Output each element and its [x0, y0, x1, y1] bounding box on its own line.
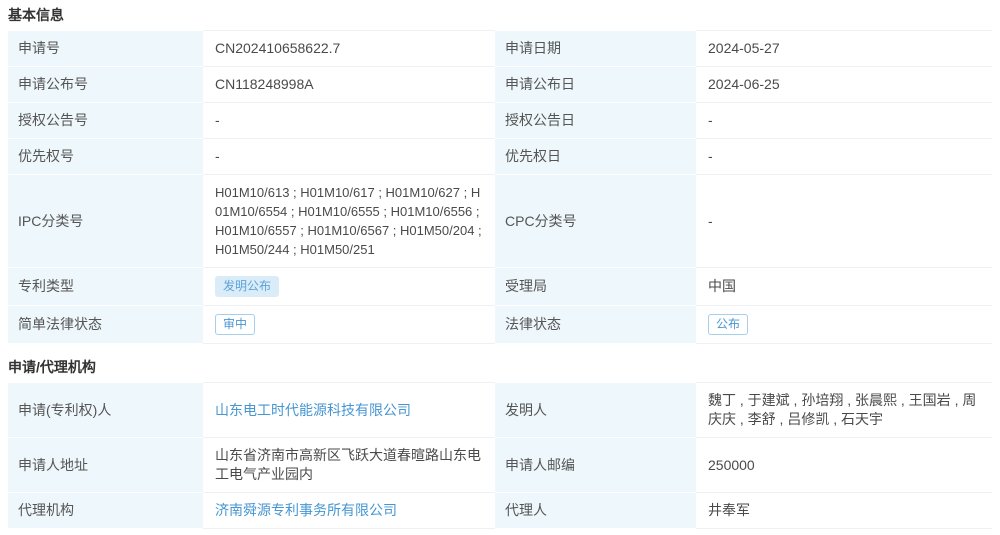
applicant-agency-section-title: 申请/代理机构: [8, 360, 992, 375]
priority-date-value: -: [696, 139, 992, 175]
ipc-class-value: H01M10/613 ; H01M10/617 ; H01M10/627 ; H…: [203, 175, 495, 268]
ipc-class-label: IPC分类号: [8, 175, 203, 268]
patent-office-value: 中国: [696, 268, 992, 306]
section-spacer: [8, 344, 992, 360]
table-row: 申请公布号 CN118248998A 申请公布日 2024-06-25: [8, 67, 992, 103]
simple-legal-status-tag: 审中: [215, 314, 255, 335]
grant-date-label: 授权公告日: [495, 103, 696, 139]
applicant-zipcode-label: 申请人邮编: [495, 438, 696, 493]
basic-info-section-title: 基本信息: [8, 8, 992, 23]
table-row: 专利类型 发明公布 受理局 中国: [8, 268, 992, 306]
legal-status-label: 法律状态: [495, 306, 696, 344]
application-number-value: CN202410658622.7: [203, 30, 495, 67]
grant-date-value: -: [696, 103, 992, 139]
application-number-label: 申请号: [8, 30, 203, 67]
inventors-value: 魏丁 , 于建斌 , 孙培翔 , 张晨熙 , 王国岩 , 周庆庆 , 李舒 , …: [696, 382, 992, 438]
priority-date-label: 优先权日: [495, 139, 696, 175]
table-row: 代理机构 济南舜源专利事务所有限公司 代理人 井奉军: [8, 493, 992, 529]
cpc-class-value: -: [696, 175, 992, 268]
application-date-label: 申请日期: [495, 30, 696, 67]
legal-status-cell: 公布: [696, 306, 992, 344]
basic-info-table: 申请号 CN202410658622.7 申请日期 2024-05-27 申请公…: [8, 30, 992, 344]
table-row: 申请号 CN202410658622.7 申请日期 2024-05-27: [8, 30, 992, 67]
grant-number-label: 授权公告号: [8, 103, 203, 139]
publication-number-label: 申请公布号: [8, 67, 203, 103]
cpc-class-label: CPC分类号: [495, 175, 696, 268]
table-row: 申请人地址 山东省济南市高新区飞跃大道春暄路山东电工电气产业园内 申请人邮编 2…: [8, 438, 992, 493]
simple-legal-status-label: 简单法律状态: [8, 306, 203, 344]
patent-detail-page: 基本信息 申请号 CN202410658622.7 申请日期 2024-05-2…: [0, 0, 1000, 529]
priority-number-label: 优先权号: [8, 139, 203, 175]
publication-number-value: CN118248998A: [203, 67, 495, 103]
patent-type-cell: 发明公布: [203, 268, 495, 306]
applicant-link[interactable]: 山东电工时代能源科技有限公司: [215, 402, 411, 418]
agency-cell: 济南舜源专利事务所有限公司: [203, 493, 495, 529]
legal-status-tag: 公布: [708, 314, 748, 335]
table-row: 优先权号 - 优先权日 -: [8, 139, 992, 175]
table-row: 简单法律状态 审中 法律状态 公布: [8, 306, 992, 344]
applicant-address-value: 山东省济南市高新区飞跃大道春暄路山东电工电气产业园内: [203, 438, 495, 493]
agency-label: 代理机构: [8, 493, 203, 529]
table-row: IPC分类号 H01M10/613 ; H01M10/617 ; H01M10/…: [8, 175, 992, 268]
applicant-label: 申请(专利权)人: [8, 382, 203, 438]
grant-number-value: -: [203, 103, 495, 139]
simple-legal-status-cell: 审中: [203, 306, 495, 344]
applicant-agency-table: 申请(专利权)人 山东电工时代能源科技有限公司 发明人 魏丁 , 于建斌 , 孙…: [8, 382, 992, 529]
patent-type-label: 专利类型: [8, 268, 203, 306]
applicant-address-label: 申请人地址: [8, 438, 203, 493]
publication-date-value: 2024-06-25: [696, 67, 992, 103]
table-row: 申请(专利权)人 山东电工时代能源科技有限公司 发明人 魏丁 , 于建斌 , 孙…: [8, 382, 992, 438]
application-date-value: 2024-05-27: [696, 30, 992, 67]
agent-label: 代理人: [495, 493, 696, 529]
patent-office-label: 受理局: [495, 268, 696, 306]
applicant-cell: 山东电工时代能源科技有限公司: [203, 382, 495, 438]
table-row: 授权公告号 - 授权公告日 -: [8, 103, 992, 139]
publication-date-label: 申请公布日: [495, 67, 696, 103]
agency-link[interactable]: 济南舜源专利事务所有限公司: [215, 502, 397, 518]
priority-number-value: -: [203, 139, 495, 175]
patent-type-tag: 发明公布: [215, 276, 279, 297]
inventors-label: 发明人: [495, 382, 696, 438]
agent-value: 井奉军: [696, 493, 992, 529]
applicant-zipcode-value: 250000: [696, 438, 992, 493]
